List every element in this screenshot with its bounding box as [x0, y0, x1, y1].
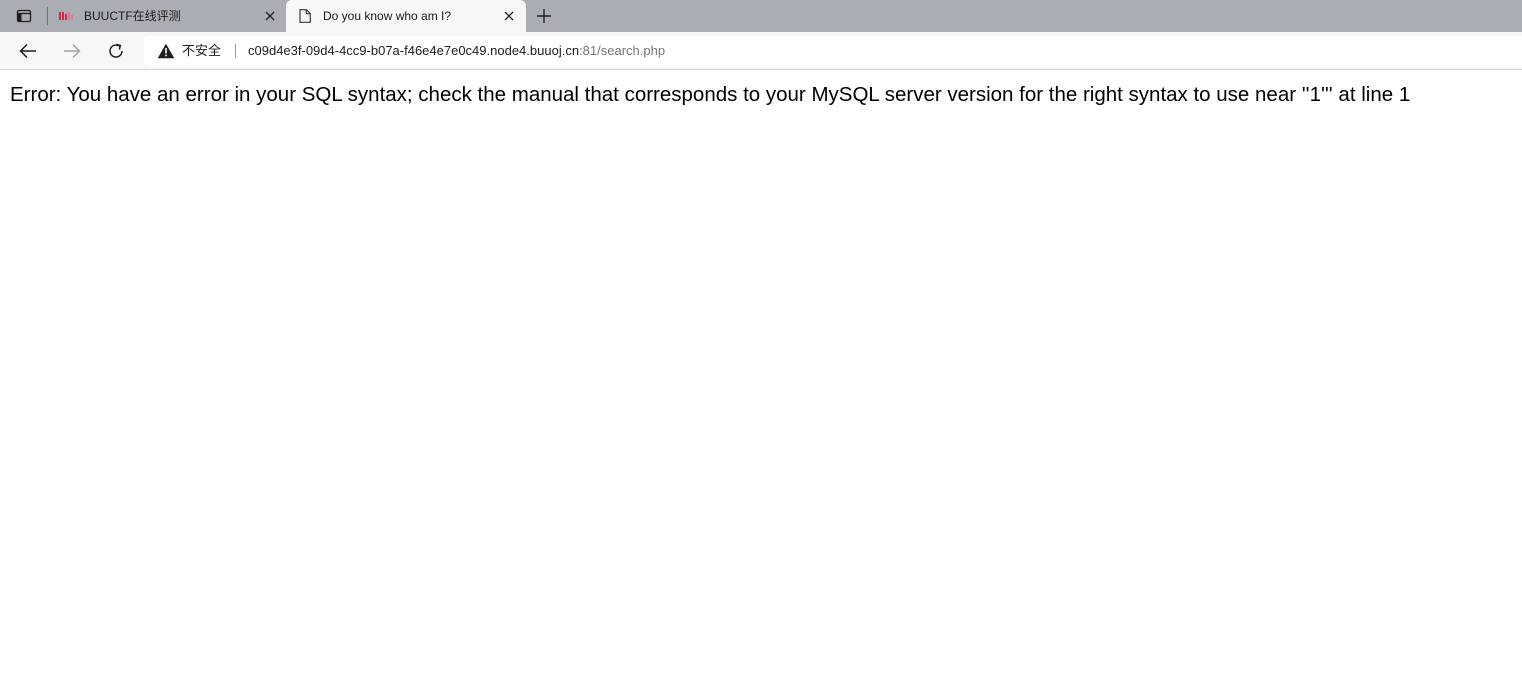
- forward-arrow-icon: [64, 43, 81, 59]
- tab-title: BUUCTF在线评测: [84, 9, 181, 23]
- security-label[interactable]: 不安全: [182, 44, 221, 58]
- page-icon: [298, 9, 312, 23]
- reload-button[interactable]: [102, 37, 130, 65]
- close-tab-button[interactable]: [262, 8, 278, 24]
- tab-actions-icon: [16, 9, 32, 23]
- buuctf-favicon: [59, 9, 73, 23]
- forward-button[interactable]: [58, 37, 86, 65]
- tab-actions-button[interactable]: [6, 3, 42, 29]
- url-text[interactable]: c09d4e3f-09d4-4cc9-b07a-f46e4e7e0c49.nod…: [248, 44, 665, 58]
- tab-who-am-i[interactable]: Do you know who am I?: [286, 0, 526, 32]
- url-path: :81/search.php: [579, 43, 666, 58]
- plus-icon: [537, 9, 551, 23]
- new-tab-button[interactable]: [532, 4, 556, 28]
- back-button[interactable]: [14, 37, 42, 65]
- warning-icon[interactable]: [157, 43, 175, 59]
- tab-title: Do you know who am I?: [323, 9, 452, 23]
- url-separator: [235, 44, 236, 58]
- close-icon: [504, 11, 514, 21]
- reload-icon: [109, 43, 123, 58]
- tab-buuctf[interactable]: BUUCTF在线评测: [50, 0, 284, 32]
- close-icon: [265, 11, 275, 21]
- tab-divider: [47, 7, 48, 25]
- page-content: Error: You have an error in your SQL syn…: [0, 71, 1522, 685]
- address-bar[interactable]: 不安全 c09d4e3f-09d4-4cc9-b07a-f46e4e7e0c49…: [144, 36, 1522, 66]
- sql-error-message: Error: You have an error in your SQL syn…: [10, 83, 1411, 106]
- close-tab-button[interactable]: [501, 8, 517, 24]
- tab-strip: BUUCTF在线评测 Do you know who am I?: [0, 0, 1522, 32]
- url-host: c09d4e3f-09d4-4cc9-b07a-f46e4e7e0c49.nod…: [248, 43, 580, 58]
- back-arrow-icon: [19, 43, 36, 59]
- browser-toolbar: 不安全 c09d4e3f-09d4-4cc9-b07a-f46e4e7e0c49…: [0, 32, 1522, 70]
